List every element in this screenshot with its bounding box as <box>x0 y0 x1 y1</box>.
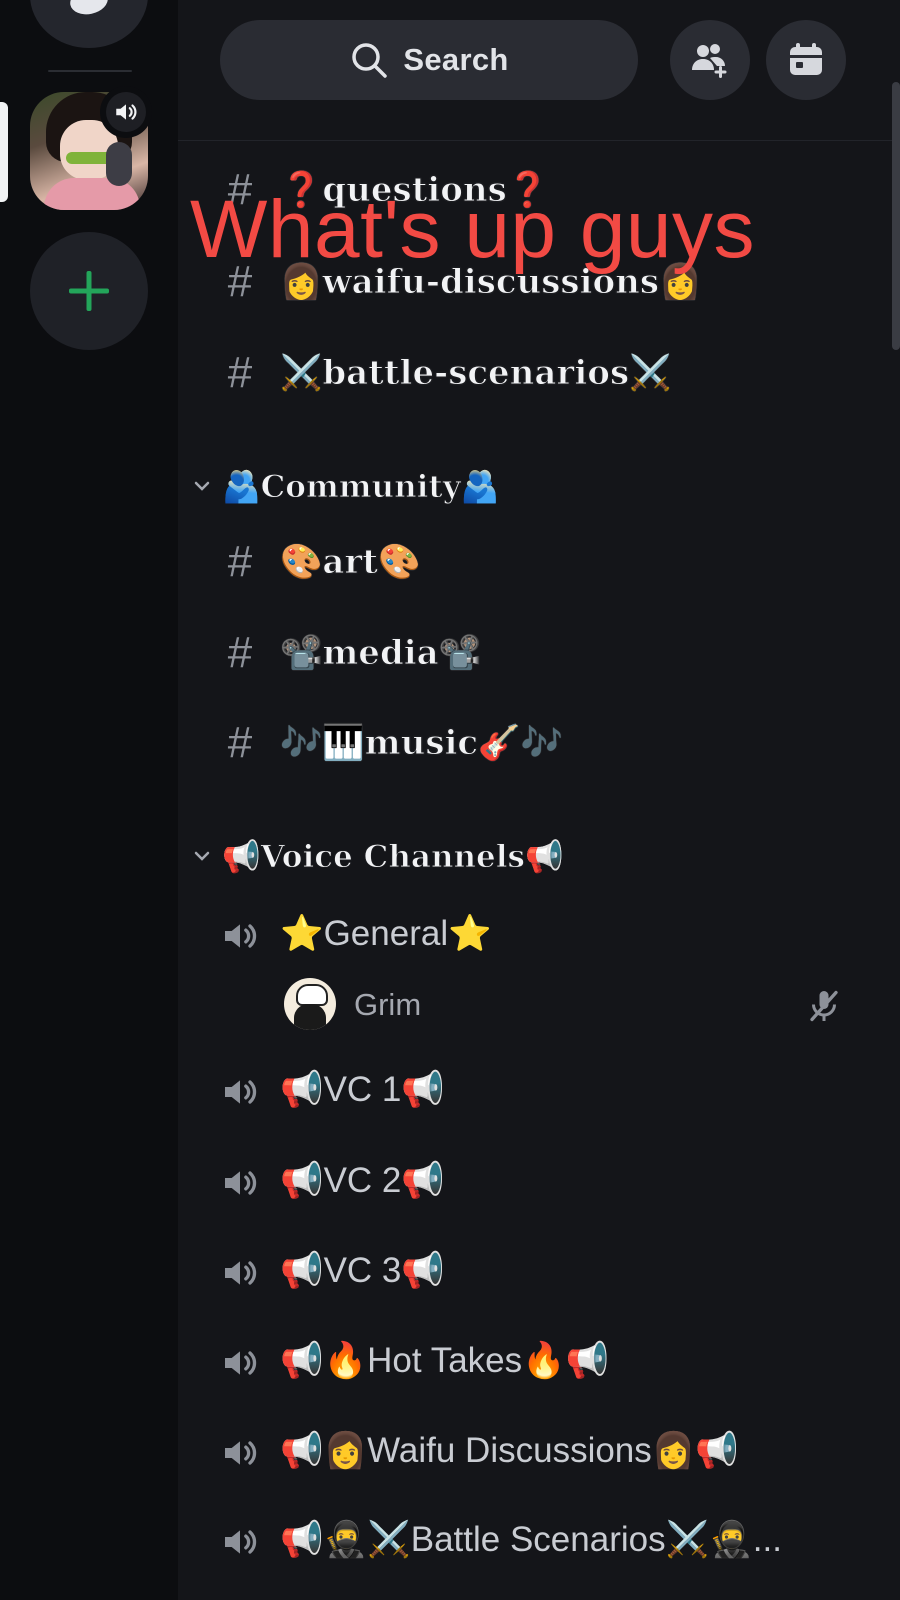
chat-bubble-icon <box>67 0 111 18</box>
avatar-mic <box>106 142 132 186</box>
chevron-down-icon <box>190 844 214 868</box>
channel-art[interactable]: # 🎨art🎨 <box>178 522 900 602</box>
voice-channel-hot-takes[interactable]: 📢🔥Hot Takes🔥📢 <box>178 1321 900 1401</box>
speaker-icon <box>218 1050 262 1130</box>
header-divider <box>178 140 900 141</box>
speaker-icon <box>218 1231 262 1311</box>
channel-battle-scenarios[interactable]: # ⚔️battle-scenarios⚔️ <box>178 333 900 413</box>
calendar-icon <box>790 43 822 75</box>
channel-name: 📢VC 3📢 <box>280 1251 445 1290</box>
search-label: Search <box>403 42 509 77</box>
channel-name: 📢VC 1📢 <box>280 1070 445 1109</box>
voice-channel-general[interactable]: ⭐General⭐ <box>178 894 900 974</box>
server-rail <box>0 0 178 1600</box>
chevron-down-icon <box>190 474 214 498</box>
channel-name: ⭐General⭐ <box>280 914 492 953</box>
channel-name: 📢👩Waifu Discussions👩📢 <box>280 1431 739 1470</box>
speaker-icon <box>218 894 262 974</box>
search-icon <box>352 43 388 78</box>
voice-channel-battle-scenarios[interactable]: 📢🥷⚔️Battle Scenarios⚔️🥷... <box>178 1500 900 1580</box>
channel-name: ⚔️battle-scenarios⚔️ <box>279 353 672 394</box>
voice-member[interactable]: Grim <box>178 970 900 1040</box>
direct-messages-button[interactable] <box>30 0 148 48</box>
channel-media[interactable]: # 📽️media📽️ <box>178 613 900 693</box>
avatar <box>284 978 336 1030</box>
plus-icon <box>69 271 109 311</box>
channel-music[interactable]: # 🎶🎹music🎸🎶 <box>178 703 900 783</box>
channel-name: 📢🔥Hot Takes🔥📢 <box>280 1341 610 1380</box>
hash-icon: # <box>227 348 253 397</box>
speaker-icon <box>218 1141 262 1221</box>
member-name: Grim <box>354 987 422 1022</box>
speaker-icon <box>116 104 137 120</box>
add-user-icon <box>692 44 727 78</box>
avatar-hair <box>296 984 328 1006</box>
voice-channel-vc2[interactable]: 📢VC 2📢 <box>178 1141 900 1221</box>
voice-channel-vc1[interactable]: 📢VC 1📢 <box>178 1050 900 1130</box>
speaker-icon <box>218 1500 262 1580</box>
channel-name: 📢VC 2📢 <box>280 1161 445 1200</box>
add-server-button[interactable] <box>30 232 148 350</box>
channel-name: 🎨art🎨 <box>279 542 421 583</box>
category-community[interactable]: 🫂Community🫂 <box>178 456 900 516</box>
channel-name: 📢🥷⚔️Battle Scenarios⚔️🥷... <box>280 1520 782 1559</box>
category-title: 📢Voice Channels📢 <box>222 838 565 875</box>
hash-icon: # <box>227 718 253 767</box>
category-voice-channels[interactable]: 📢Voice Channels📢 <box>178 826 900 886</box>
channel-name: 📽️media📽️ <box>280 633 482 674</box>
voice-channel-waifu-discussions[interactable]: 📢👩Waifu Discussions👩📢 <box>178 1411 900 1491</box>
hash-icon: # <box>227 628 253 677</box>
selected-server-indicator <box>0 102 8 202</box>
avatar-body <box>294 1004 326 1030</box>
overlay-caption: What's up guys <box>190 184 756 275</box>
discord-app: Search # ❓questions❓ # 👩waifu-discussion… <box>0 0 900 1600</box>
rail-divider <box>48 70 132 72</box>
events-button[interactable] <box>766 20 846 100</box>
voice-active-badge <box>100 86 152 138</box>
speaker-icon <box>218 1411 262 1491</box>
voice-channel-vc3[interactable]: 📢VC 3📢 <box>178 1231 900 1311</box>
channel-name: 🎶🎹music🎸🎶 <box>280 723 564 764</box>
search-button[interactable]: Search <box>220 20 638 100</box>
invite-members-button[interactable] <box>670 20 750 100</box>
speaker-icon <box>218 1321 262 1401</box>
hash-icon: # <box>227 537 253 586</box>
category-title: 🫂Community🫂 <box>221 468 500 505</box>
mic-muted-icon <box>810 990 838 1022</box>
